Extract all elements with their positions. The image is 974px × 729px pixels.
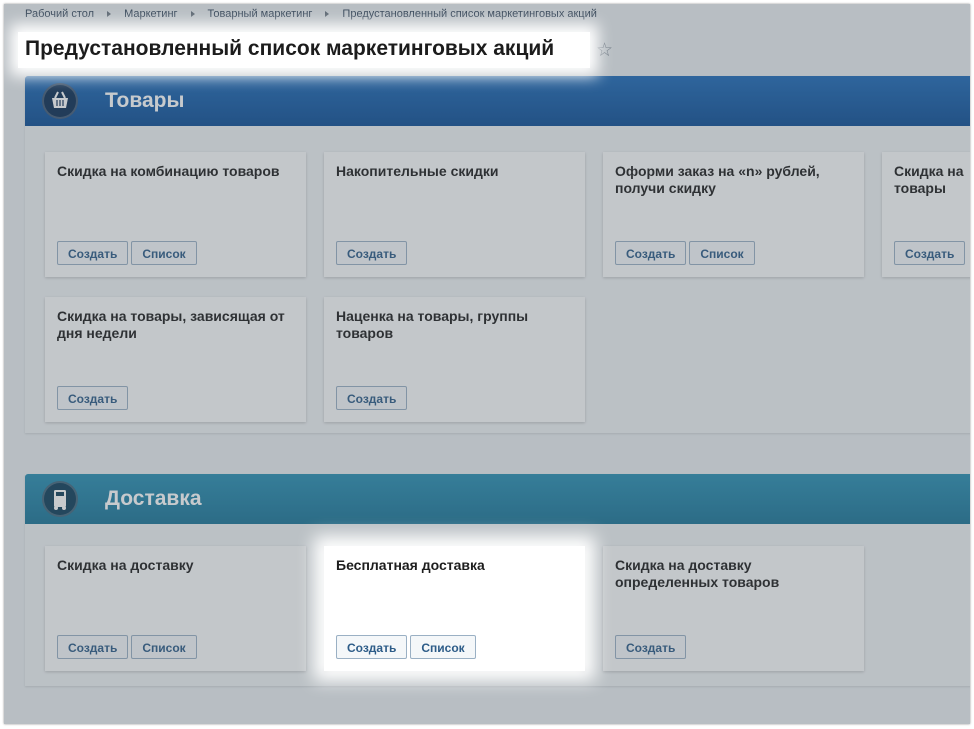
create-button[interactable]: Создать	[894, 241, 966, 265]
card-product-delivery-discount: Скидка на доставку определенных товаров …	[603, 546, 864, 671]
breadcrumb: Рабочий стол Маркетинг Товарный маркетинг П…	[25, 8, 597, 26]
create-button[interactable]: Создать	[57, 241, 129, 265]
create-button[interactable]: Создать	[615, 635, 687, 659]
list-button[interactable]: Список	[131, 241, 197, 265]
section-delivery-title: Доставка	[105, 487, 202, 510]
card-title: Оформи заказ на «n» рублей, получи скидк…	[615, 163, 820, 196]
card-title: Скидка на товары	[894, 163, 964, 196]
create-button[interactable]: Создать	[57, 635, 129, 659]
section-delivery-header: Доставка	[25, 474, 970, 524]
card-product-combination: Скидка на комбинацию товаров Создать Спис…	[45, 152, 306, 277]
card-delivery-discount: Скидка на доставку Создать Список	[45, 546, 306, 671]
page-title-text: Предустановленный список маркетинговых а…	[25, 37, 555, 60]
section-goods: Товары Скидка на комбинацию товаров Созд…	[25, 76, 970, 433]
card-product-markup: Наценка на товары, группы товаров Создат…	[324, 297, 585, 422]
card-title: Наценка на товары, группы товаров	[336, 308, 529, 341]
card-cumulative-discounts: Накопительные скидки Создать	[324, 152, 585, 277]
list-button[interactable]: Список	[131, 635, 197, 659]
card-order-sum-discount: Оформи заказ на «n» рублей, получи скидк…	[603, 152, 864, 277]
create-button[interactable]: Создать	[336, 241, 408, 265]
star-icon[interactable]: ☆	[596, 41, 613, 61]
breadcrumb-product-marketing[interactable]: Товарный маркетинг	[208, 8, 313, 20]
breadcrumb-separator-icon	[107, 11, 112, 18]
section-goods-title: Товары	[105, 89, 185, 112]
card-free-delivery: Бесплатная доставка Создать Список	[324, 546, 585, 671]
breadcrumb-separator-icon	[325, 11, 330, 18]
card-title: Накопительные скидки	[336, 163, 499, 179]
list-button[interactable]: Список	[689, 241, 755, 265]
card-title: Скидка на товары, зависящая от дня недел…	[57, 308, 285, 341]
card-title: Скидка на доставку определенных товаров	[615, 557, 780, 590]
create-button[interactable]: Создать	[615, 241, 687, 265]
truck-icon	[42, 481, 78, 517]
breadcrumb-marketing[interactable]: Маркетинг	[124, 8, 177, 20]
breadcrumb-desktop[interactable]: Рабочий стол	[25, 8, 94, 20]
card-weekday-discount: Скидка на товары, зависящая от дня недел…	[45, 297, 306, 422]
breadcrumb-separator-icon	[190, 11, 195, 18]
section-goods-header: Товары	[25, 76, 970, 126]
app-window: Рабочий стол Маркетинг Товарный маркетинг П…	[4, 4, 970, 724]
card-title: Бесплатная доставка	[336, 557, 485, 573]
card-title: Скидка на комбинацию товаров	[57, 163, 280, 179]
list-button[interactable]: Список	[410, 635, 476, 659]
card-title: Скидка на доставку	[57, 557, 194, 573]
create-button[interactable]: Создать	[336, 635, 408, 659]
create-button[interactable]: Создать	[336, 386, 408, 410]
card-product-discount: Скидка на товары Создать	[882, 152, 970, 277]
basket-icon	[42, 83, 78, 119]
page-title-highlight: Предустановленный список маркетинговых а…	[18, 32, 590, 68]
create-button[interactable]: Создать	[57, 386, 129, 410]
breadcrumb-current[interactable]: Предустановленный список маркетинговых а…	[342, 8, 596, 20]
